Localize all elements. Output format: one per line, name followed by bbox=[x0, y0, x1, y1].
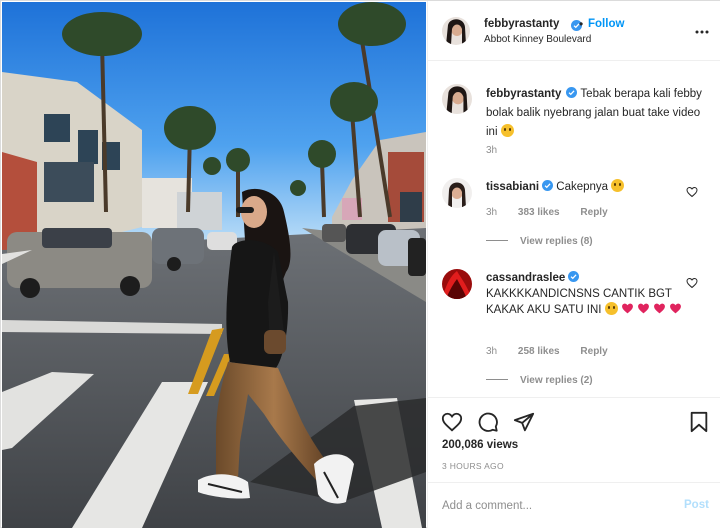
view-replies-button[interactable]: View replies (2) bbox=[486, 375, 593, 386]
add-comment-bar: Post bbox=[428, 482, 720, 528]
share-icon[interactable] bbox=[513, 411, 535, 433]
red-heart-emoji bbox=[670, 303, 682, 314]
reply-button[interactable]: Reply bbox=[580, 207, 607, 218]
thinking-face-emoji bbox=[500, 124, 514, 137]
comment-username[interactable]: tissabiani bbox=[486, 181, 539, 193]
verified-badge-icon bbox=[542, 180, 554, 191]
comment-text: tissabiani Cakepnya bbox=[486, 179, 686, 195]
location-link[interactable]: Abbot Kinney Boulevard bbox=[484, 34, 591, 45]
view-replies-button[interactable]: View replies (8) bbox=[486, 236, 593, 247]
add-comment-input[interactable] bbox=[442, 496, 662, 516]
caption-username[interactable]: febbyrastanty bbox=[486, 88, 561, 100]
post-timestamp[interactable]: 3 HOURS AGO bbox=[442, 461, 504, 471]
pleading-face-emoji bbox=[604, 302, 618, 315]
post-header: febbyrastanty • Follow Abbot Kinney Boul… bbox=[428, 1, 720, 61]
post-comment-button[interactable]: Post bbox=[684, 499, 709, 511]
post-actions: 200,086 views 3 HOURS AGO bbox=[428, 397, 720, 482]
heart-eyes-emoji bbox=[611, 179, 625, 192]
avatar[interactable] bbox=[442, 178, 472, 208]
comment-likes[interactable]: 383 likes bbox=[518, 207, 560, 218]
comment-likes[interactable]: 258 likes bbox=[518, 346, 560, 357]
red-heart-emoji bbox=[654, 303, 666, 314]
comment-time[interactable]: 3h bbox=[486, 207, 497, 218]
red-heart-emoji bbox=[638, 303, 649, 314]
view-count[interactable]: 200,086 views bbox=[442, 439, 518, 451]
comment-icon[interactable] bbox=[477, 411, 499, 433]
follow-button[interactable]: Follow bbox=[588, 18, 624, 30]
reply-button[interactable]: Reply bbox=[580, 346, 607, 357]
view-replies-label: View replies (8) bbox=[520, 236, 593, 247]
comment-meta: 3h 258 likes Reply bbox=[486, 346, 626, 357]
comments-list[interactable]: febbyrastanty Tebak berapa kali febby bo… bbox=[428, 62, 720, 397]
avatar[interactable] bbox=[442, 17, 470, 45]
comment-text: cassandraslee KAKKKKANDICNSNS CANTIK BGT… bbox=[486, 270, 686, 318]
verified-badge-icon bbox=[568, 271, 580, 282]
avatar[interactable] bbox=[442, 269, 472, 299]
header-username[interactable]: febbyrastanty bbox=[484, 18, 559, 30]
separator-dot: • bbox=[579, 17, 584, 31]
like-comment-heart-icon[interactable] bbox=[686, 277, 698, 289]
like-comment-heart-icon[interactable] bbox=[686, 186, 698, 198]
post-side-panel: febbyrastanty • Follow Abbot Kinney Boul… bbox=[427, 1, 720, 528]
instagram-post: febbyrastanty • Follow Abbot Kinney Boul… bbox=[0, 0, 720, 528]
caption-avatar[interactable] bbox=[442, 84, 472, 114]
comment-username[interactable]: cassandraslee bbox=[486, 272, 565, 284]
comment-meta: 3h 383 likes Reply bbox=[486, 207, 626, 218]
heart-icon[interactable] bbox=[441, 411, 463, 433]
replies-divider bbox=[486, 240, 508, 241]
more-options-icon[interactable] bbox=[693, 23, 711, 41]
bookmark-icon[interactable] bbox=[688, 411, 710, 433]
caption-timestamp[interactable]: 3h bbox=[486, 145, 497, 156]
verified-badge-icon bbox=[566, 87, 578, 98]
comment-body: Cakepnya bbox=[556, 181, 609, 193]
replies-divider bbox=[486, 379, 508, 380]
comment-time[interactable]: 3h bbox=[486, 346, 497, 357]
view-replies-label: View replies (2) bbox=[520, 375, 593, 386]
red-heart-emoji bbox=[621, 303, 633, 314]
post-caption: febbyrastanty Tebak berapa kali febby bo… bbox=[486, 85, 706, 142]
post-video[interactable] bbox=[2, 2, 426, 528]
